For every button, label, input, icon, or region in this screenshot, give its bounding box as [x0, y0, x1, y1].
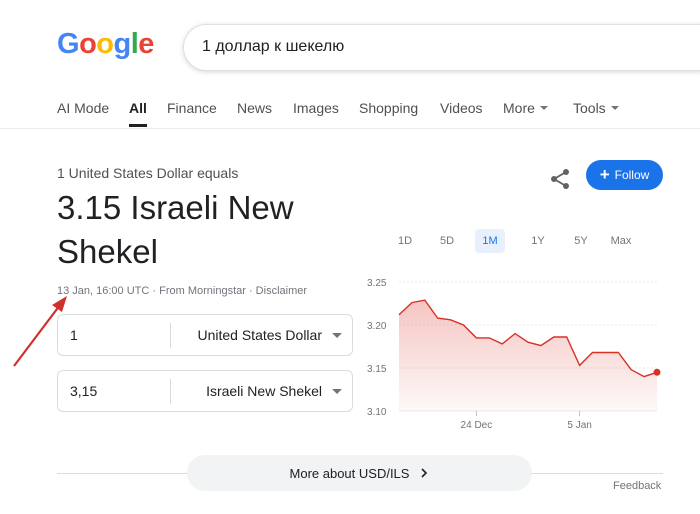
- follow-button[interactable]: + Follow: [586, 160, 663, 190]
- tab-label: Finance: [167, 100, 217, 116]
- tab-label: Images: [293, 100, 339, 116]
- from-amount-row[interactable]: 1 United States Dollar: [57, 314, 353, 356]
- tab-label: Tools: [573, 100, 606, 116]
- logo-letter: g: [113, 28, 132, 60]
- to-amount-row[interactable]: 3,15 Israeli New Shekel: [57, 370, 353, 412]
- y-tick-label: 3.10: [367, 407, 387, 418]
- logo-letter: G: [57, 28, 80, 60]
- tab-label: News: [237, 100, 273, 116]
- tab-shopping[interactable]: Shopping: [359, 100, 418, 116]
- logo-letter: o: [96, 28, 114, 60]
- search-input[interactable]: [202, 38, 682, 56]
- row-separator: [170, 323, 171, 348]
- chevron-right-icon: [421, 468, 428, 478]
- range-1y[interactable]: 1Y: [525, 229, 551, 253]
- tab-label: Videos: [440, 100, 483, 116]
- equals-label: 1 United States Dollar equals: [57, 165, 239, 181]
- to-amount-input[interactable]: 3,15: [70, 383, 97, 399]
- y-tick-label: 3.25: [367, 278, 387, 289]
- x-tick-label: 24 Dec: [461, 420, 493, 431]
- rate-metadata: 13 Jan, 16:00 UTC · From Morningstar · D…: [57, 285, 308, 297]
- exchange-rate-chart[interactable]: 3.25 3.20 3.15 3.10 24 Dec 5 Jan: [363, 270, 673, 440]
- search-box[interactable]: [183, 24, 700, 71]
- plus-icon: +: [599, 165, 610, 184]
- tab-finance[interactable]: Finance: [167, 100, 217, 116]
- tab-images[interactable]: Images: [293, 100, 339, 116]
- row-separator: [170, 379, 171, 404]
- feedback-link[interactable]: Feedback: [613, 480, 661, 492]
- from-currency-select[interactable]: United States Dollar: [197, 327, 322, 343]
- tabs-divider: [0, 128, 700, 129]
- tab-more[interactable]: More: [503, 100, 548, 116]
- range-1m[interactable]: 1M: [475, 229, 505, 253]
- tab-videos[interactable]: Videos: [440, 100, 483, 116]
- tab-label: All: [129, 100, 147, 116]
- share-icon: [551, 169, 569, 189]
- chart-range-selector: 1D 5D 1M 1Y 5Y Max: [380, 229, 660, 253]
- y-tick-label: 3.15: [367, 364, 387, 375]
- active-tab-indicator: [129, 124, 147, 127]
- more-about-button[interactable]: More about USD/ILS: [187, 455, 532, 491]
- google-logo[interactable]: Google: [57, 28, 154, 61]
- tab-tools[interactable]: Tools: [573, 100, 619, 116]
- to-currency-select[interactable]: Israeli New Shekel: [206, 383, 322, 399]
- range-5y[interactable]: 5Y: [568, 229, 594, 253]
- tab-label: Shopping: [359, 100, 419, 116]
- caret-down-icon: [610, 106, 619, 111]
- caret-down-icon: [539, 106, 548, 111]
- tab-label: More: [503, 100, 535, 116]
- share-button[interactable]: [545, 164, 575, 194]
- x-tick-label: 5 Jan: [567, 420, 591, 431]
- chevron-down-icon[interactable]: [332, 389, 342, 394]
- tab-label: AI Mode: [57, 100, 110, 116]
- chart-last-point: [653, 368, 661, 376]
- tab-all[interactable]: All: [129, 100, 147, 127]
- conversion-result: 3.15 Israeli New Shekel: [57, 189, 294, 270]
- follow-label: Follow: [614, 168, 650, 182]
- range-max[interactable]: Max: [608, 229, 634, 253]
- chart-area: [399, 300, 657, 411]
- tab-news[interactable]: News: [237, 100, 272, 116]
- y-tick-label: 3.20: [367, 321, 387, 332]
- logo-letter: o: [79, 28, 97, 60]
- from-amount-input[interactable]: 1: [70, 327, 78, 343]
- logo-letter: l: [130, 28, 139, 60]
- more-about-label: More about USD/ILS: [289, 465, 410, 481]
- tab-ai-mode[interactable]: AI Mode: [57, 100, 109, 116]
- logo-letter: e: [138, 28, 154, 60]
- range-5d[interactable]: 5D: [434, 229, 460, 253]
- chevron-down-icon[interactable]: [332, 333, 342, 338]
- range-1d[interactable]: 1D: [392, 229, 418, 253]
